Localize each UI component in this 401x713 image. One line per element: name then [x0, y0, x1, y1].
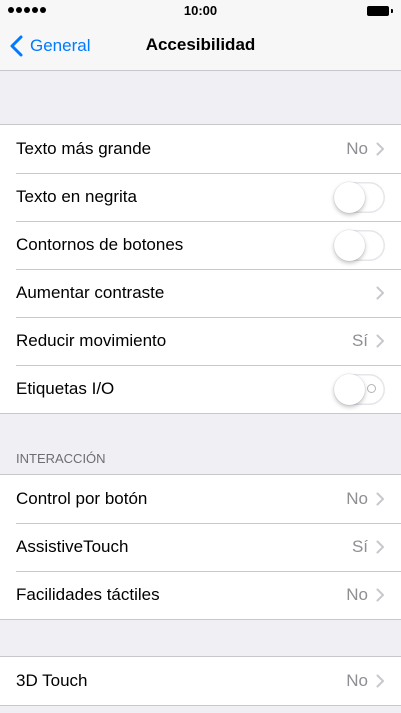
row-texto-mas-grande[interactable]: Texto más grande No — [0, 125, 401, 173]
row-contornos-de-botones: Contornos de botones — [0, 221, 401, 269]
row-label: AssistiveTouch — [16, 537, 129, 556]
status-time: 10:00 — [183, 3, 218, 18]
on-off-labels-toggle[interactable] — [334, 373, 385, 405]
row-reducir-movimiento[interactable]: Reducir movimiento Sí — [0, 317, 401, 365]
chevron-right-icon — [376, 334, 384, 348]
row-value: Sí — [351, 537, 368, 556]
chevron-right-icon — [376, 674, 384, 688]
row-value: No — [346, 671, 368, 690]
status-bar: 10:00 — [0, 0, 401, 22]
section-spacer — [0, 71, 401, 124]
chevron-right-icon — [376, 540, 384, 554]
row-label: Texto más grande — [16, 139, 152, 158]
row-label: Reducir movimiento — [16, 331, 167, 350]
row-facilidades-tactiles[interactable]: Facilidades táctiles No — [0, 571, 401, 619]
button-shapes-toggle[interactable] — [334, 229, 385, 261]
settings-group-display: Texto más grande No Texto en negrita Con… — [0, 124, 401, 414]
row-aumentar-contraste[interactable]: Aumentar contraste — [0, 269, 401, 317]
chevron-right-icon — [376, 588, 384, 602]
row-value: Sí — [351, 331, 368, 350]
row-texto-en-negrita: Texto en negrita — [0, 173, 401, 221]
toggle-knob — [334, 181, 365, 213]
row-label: Texto en negrita — [16, 187, 137, 206]
row-control-por-boton[interactable]: Control por botón No — [0, 475, 401, 523]
toggle-knob — [334, 373, 365, 405]
row-label: Facilidades táctiles — [16, 585, 160, 604]
row-3d-touch[interactable]: 3D Touch No — [0, 657, 401, 705]
row-label: Aumentar contraste — [16, 283, 165, 302]
navigation-bar: General Accesibilidad — [0, 22, 401, 71]
row-label: Contornos de botones — [16, 235, 184, 254]
toggle-knob — [334, 229, 365, 261]
row-value: No — [346, 139, 368, 158]
row-assistivetouch[interactable]: AssistiveTouch Sí — [0, 523, 401, 571]
settings-group-interaction: Control por botón No AssistiveTouch Sí F… — [0, 474, 401, 620]
battery-icon — [367, 6, 393, 16]
bold-text-toggle[interactable] — [334, 181, 385, 213]
chevron-right-icon — [376, 286, 384, 300]
section-header-interaccion: INTERACCIÓN — [0, 414, 401, 474]
row-label: Etiquetas I/O — [16, 379, 115, 398]
row-etiquetas-io: Etiquetas I/O — [0, 365, 401, 413]
row-label: 3D Touch — [16, 671, 88, 690]
section-spacer — [0, 620, 401, 656]
settings-group-3d-touch: 3D Touch No — [0, 656, 401, 706]
settings-list: Texto más grande No Texto en negrita Con… — [0, 71, 401, 706]
row-label: Control por botón — [16, 489, 148, 508]
off-indicator-icon — [367, 383, 376, 393]
row-value: No — [346, 489, 368, 508]
page-title: Accesibilidad — [145, 35, 256, 54]
row-value: No — [346, 585, 368, 604]
chevron-right-icon — [376, 142, 384, 156]
chevron-right-icon — [376, 492, 384, 506]
